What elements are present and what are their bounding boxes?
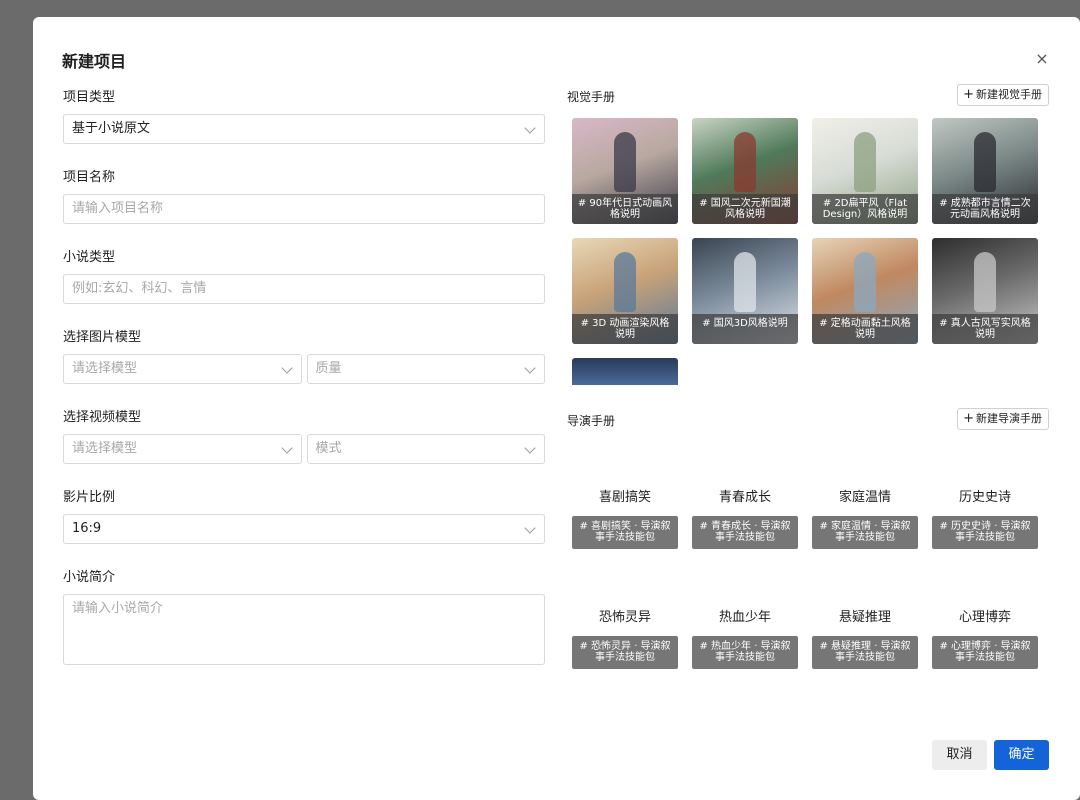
video-mode-placeholder: 模式 xyxy=(315,441,342,456)
director-manual-grid: 喜剧搞笑 # 喜剧搞笑 · 导演叙事手法技能包 青春成长 # 青春成长 · 导演叙事手… xyxy=(572,489,1039,669)
project-type-select[interactable]: 基于小说原文 xyxy=(63,114,545,144)
novel-type-field: 小说类型 例如:玄幻、科幻、言情 xyxy=(63,250,545,304)
image-model-field: 选择图片模型 请选择模型 质量 xyxy=(63,330,545,384)
visual-style-caption: # 90年代日式动画风格说明 xyxy=(572,194,678,224)
aspect-ratio-label: 影片比例 xyxy=(63,490,116,505)
visual-style-caption: # 定格动画黏土风格说明 xyxy=(812,314,918,344)
director-style-title: 热血少年 xyxy=(718,610,771,625)
project-type-field: 项目类型 基于小说原文 xyxy=(63,90,545,144)
visual-style-card[interactable]: # 90年代日式动画风格说明 xyxy=(572,118,678,224)
chevron-down-icon xyxy=(280,362,293,374)
project-name-input[interactable]: 请输入项目名称 xyxy=(63,194,545,224)
director-style-badge: # 恐怖灵异 · 导演叙事手法技能包 xyxy=(572,636,678,669)
chevron-down-icon xyxy=(524,122,536,134)
synopsis-field: 小说简介 请输入小说简介 xyxy=(63,570,545,665)
director-style-card[interactable]: 心理博弈 # 心理博弈 · 导演叙事手法技能包 xyxy=(932,609,1038,669)
director-style-title: 青春成长 xyxy=(718,490,771,505)
visual-style-caption: # 国风3D风格说明 xyxy=(692,314,798,344)
image-quality-select[interactable]: 质量 xyxy=(306,354,545,384)
visual-style-card[interactable]: # 真人古风写实风格说明 xyxy=(932,238,1038,344)
visual-manual-grid: # 90年代日式动画风格说明 # 国风二次元新国潮风格说明 # 2D扁平风（Flat… xyxy=(572,118,1039,385)
plus-icon: + xyxy=(963,411,974,426)
card-thumbnail-figure xyxy=(974,132,996,192)
director-style-title: 喜剧搞笑 xyxy=(598,490,651,505)
director-style-card[interactable]: 热血少年 # 热血少年 · 导演叙事手法技能包 xyxy=(692,609,798,669)
director-style-badge: # 喜剧搞笑 · 导演叙事手法技能包 xyxy=(572,516,678,549)
dialog-title: 新建项目 xyxy=(62,52,127,71)
director-style-title: 恐怖灵异 xyxy=(598,610,651,625)
director-manual-title: 导演手册 xyxy=(567,414,616,428)
director-style-title: 历史史诗 xyxy=(958,490,1011,505)
card-thumbnail-figure xyxy=(614,132,636,192)
confirm-button[interactable]: 确定 xyxy=(994,740,1049,770)
chevron-down-icon xyxy=(280,442,293,454)
director-style-title: 家庭温情 xyxy=(838,490,891,505)
visual-style-card[interactable]: # 国风二次元新国潮风格说明 xyxy=(692,118,798,224)
card-thumbnail-figure xyxy=(974,252,996,312)
project-name-field: 项目名称 请输入项目名称 xyxy=(63,170,545,224)
visual-style-card[interactable]: # 成熟都市言情二次元动画风格说明 xyxy=(932,118,1038,224)
director-style-card[interactable]: 青春成长 # 青春成长 · 导演叙事手法技能包 xyxy=(692,489,798,549)
director-style-title: 悬疑推理 xyxy=(838,610,891,625)
image-model-label: 选择图片模型 xyxy=(63,330,142,345)
new-visual-manual-label: 新建视觉手册 xyxy=(976,88,1042,101)
video-model-placeholder: 请选择模型 xyxy=(72,441,138,456)
new-visual-manual-button[interactable]: + 新建视觉手册 xyxy=(957,84,1049,106)
card-thumbnail-figure xyxy=(854,252,876,312)
card-thumbnail-figure xyxy=(854,132,876,192)
novel-type-label: 小说类型 xyxy=(63,250,116,265)
aspect-ratio-field: 影片比例 16:9 xyxy=(63,490,545,544)
director-style-badge: # 悬疑推理 · 导演叙事手法技能包 xyxy=(812,636,918,669)
close-icon[interactable]: × xyxy=(1033,50,1051,68)
aspect-ratio-select[interactable]: 16:9 xyxy=(63,514,545,544)
director-style-badge: # 热血少年 · 导演叙事手法技能包 xyxy=(692,636,798,669)
visual-style-card[interactable]: # 2D扁平风（Flat Design）风格说明 xyxy=(812,118,918,224)
video-model-label: 选择视频模型 xyxy=(63,410,142,425)
card-thumbnail-figure xyxy=(614,252,636,312)
card-thumbnail-figure xyxy=(734,132,756,192)
project-name-label: 项目名称 xyxy=(63,170,116,185)
new-director-manual-button[interactable]: + 新建导演手册 xyxy=(957,408,1049,430)
director-style-card[interactable]: 悬疑推理 # 悬疑推理 · 导演叙事手法技能包 xyxy=(812,609,918,669)
director-style-badge: # 青春成长 · 导演叙事手法技能包 xyxy=(692,516,798,549)
chevron-down-icon xyxy=(524,362,536,374)
video-model-select[interactable]: 请选择模型 xyxy=(63,434,302,464)
video-mode-select[interactable]: 模式 xyxy=(306,434,545,464)
novel-type-input[interactable]: 例如:玄幻、科幻、言情 xyxy=(63,274,545,304)
project-type-label: 项目类型 xyxy=(63,90,116,105)
director-style-card[interactable]: 历史史诗 # 历史史诗 · 导演叙事手法技能包 xyxy=(932,489,1038,549)
visual-manual-title: 视觉手册 xyxy=(567,90,616,104)
project-type-value: 基于小说原文 xyxy=(72,121,151,136)
visual-style-caption: # 2D扁平风（Flat Design）风格说明 xyxy=(812,194,918,224)
video-model-field: 选择视频模型 请选择模型 模式 xyxy=(63,410,545,464)
visual-style-caption: # 国风二次元新国潮风格说明 xyxy=(692,194,798,224)
synopsis-label: 小说简介 xyxy=(63,570,116,585)
director-style-card[interactable]: 家庭温情 # 家庭温情 · 导演叙事手法技能包 xyxy=(812,489,918,549)
visual-style-card[interactable]: # 定格动画黏土风格说明 xyxy=(812,238,918,344)
visual-style-card[interactable]: # 3D 动画渲染风格说明 xyxy=(572,238,678,344)
chevron-down-icon xyxy=(524,442,536,454)
image-model-placeholder: 请选择模型 xyxy=(72,361,138,376)
synopsis-textarea[interactable]: 请输入小说简介 xyxy=(63,594,545,665)
director-style-badge: # 历史史诗 · 导演叙事手法技能包 xyxy=(932,516,1038,549)
director-style-card[interactable]: 恐怖灵异 # 恐怖灵异 · 导演叙事手法技能包 xyxy=(572,609,678,669)
new-director-manual-label: 新建导演手册 xyxy=(976,412,1042,425)
new-project-dialog: 新建项目 × 项目类型 基于小说原文 项目名称 请输入项目名称 小说类型 例如:… xyxy=(33,17,1080,800)
card-thumbnail-figure xyxy=(734,252,756,312)
visual-style-caption: # 成熟都市言情二次元动画风格说明 xyxy=(932,194,1038,224)
aspect-ratio-value: 16:9 xyxy=(72,521,102,536)
chevron-down-icon xyxy=(524,522,536,534)
visual-style-card-partial[interactable] xyxy=(572,358,678,385)
cancel-button[interactable]: 取消 xyxy=(932,740,987,770)
plus-icon: + xyxy=(963,87,974,102)
director-style-badge: # 家庭温情 · 导演叙事手法技能包 xyxy=(812,516,918,549)
visual-style-caption: # 3D 动画渲染风格说明 xyxy=(572,314,678,344)
director-style-title: 心理博弈 xyxy=(958,610,1011,625)
visual-style-card[interactable]: # 国风3D风格说明 xyxy=(692,238,798,344)
image-quality-placeholder: 质量 xyxy=(315,361,342,376)
image-model-select[interactable]: 请选择模型 xyxy=(63,354,302,384)
director-style-card[interactable]: 喜剧搞笑 # 喜剧搞笑 · 导演叙事手法技能包 xyxy=(572,489,678,549)
director-style-badge: # 心理博弈 · 导演叙事手法技能包 xyxy=(932,636,1038,669)
visual-style-caption: # 真人古风写实风格说明 xyxy=(932,314,1038,344)
